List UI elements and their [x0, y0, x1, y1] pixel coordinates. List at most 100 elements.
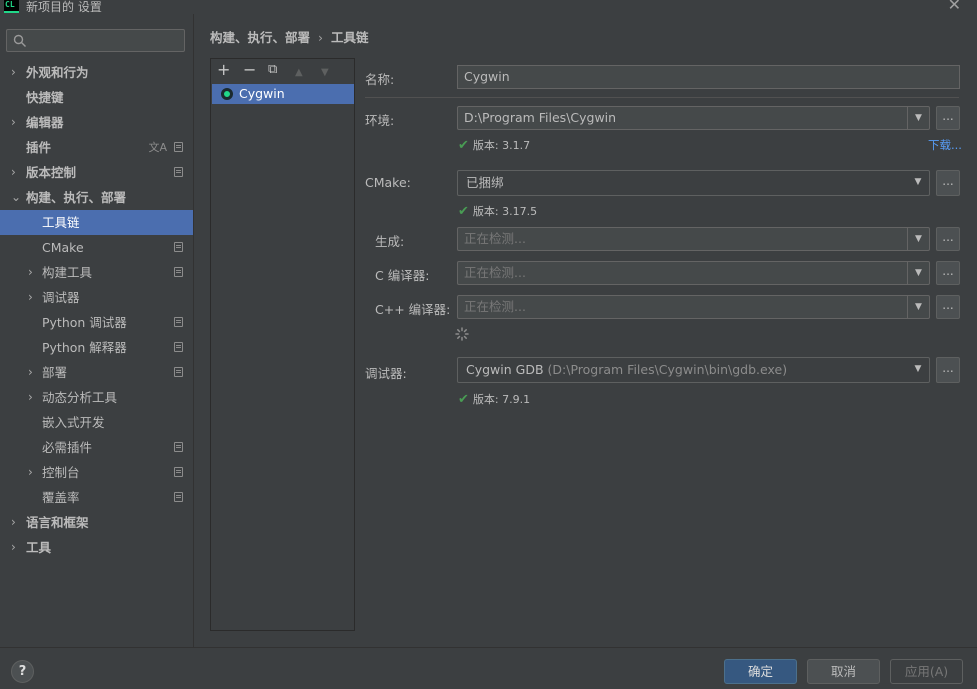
close-icon[interactable]: ✕	[948, 0, 961, 14]
c-compiler-browse-button[interactable]: ...	[936, 261, 960, 285]
sidebar-item[interactable]: Python 调试器	[0, 310, 193, 335]
environment-value: D:\Program Files\Cygwin	[464, 110, 617, 125]
sidebar-item-label: 控制台	[42, 465, 80, 480]
sidebar-item[interactable]: 工具链	[0, 210, 193, 235]
sidebar-item[interactable]: › 控制台	[0, 460, 193, 485]
project-scope-icon	[174, 492, 183, 502]
cmake-version-text: 版本: 3.17.5	[472, 205, 538, 218]
sidebar-item[interactable]: 快捷键	[0, 85, 193, 110]
sidebar-item[interactable]: › 动态分析工具	[0, 385, 193, 410]
chevron-right-icon[interactable]: ›	[28, 360, 38, 385]
sidebar-item-label: Python 调试器	[42, 315, 127, 330]
sidebar-item-label: 工具链	[42, 215, 80, 230]
sidebar-item-label: 工具	[26, 540, 52, 555]
chevron-down-icon[interactable]: ⌄	[11, 185, 21, 210]
ok-button[interactable]: 确定	[724, 659, 797, 684]
sidebar-item-label: 构建、执行、部署	[26, 190, 127, 205]
build-tool-combo[interactable]: 正在检测... ▼	[457, 227, 930, 251]
apply-button[interactable]: 应用(A)	[890, 659, 963, 684]
translate-icon: 文A	[148, 141, 167, 154]
sidebar-item[interactable]: 覆盖率	[0, 485, 193, 510]
chevron-right-icon[interactable]: ›	[11, 535, 21, 560]
chevron-right-icon[interactable]: ›	[11, 510, 21, 535]
chevron-right-icon[interactable]: ›	[28, 285, 38, 310]
cpp-compiler-browse-button[interactable]: ...	[936, 295, 960, 319]
sidebar-divider	[193, 14, 194, 647]
clion-app-icon: CL	[4, 0, 19, 13]
remove-icon[interactable]: −	[243, 61, 256, 79]
cmake-value: 已捆绑	[466, 175, 504, 190]
environment-version: ✔ 版本: 3.1.7	[458, 137, 530, 153]
breadcrumb-parent[interactable]: 构建、执行、部署	[210, 30, 310, 45]
build-label: 生成:	[375, 234, 405, 249]
debugger-browse-button[interactable]: ...	[936, 357, 960, 383]
c-compiler-combo[interactable]: 正在检测... ▼	[457, 261, 930, 285]
footer-divider	[0, 647, 977, 648]
loading-spinner-icon	[455, 327, 469, 341]
chevron-down-icon[interactable]: ▼	[907, 171, 929, 193]
sidebar-item[interactable]: › 工具	[0, 535, 193, 560]
sidebar-item-label: 快捷键	[26, 90, 64, 105]
debugger-value: Cygwin GDB	[466, 362, 544, 377]
cmake-combo[interactable]: 已捆绑 ▼	[457, 170, 930, 196]
c-compiler-placeholder: 正在检测...	[464, 265, 526, 280]
move-down-icon[interactable]: ▼	[321, 64, 329, 82]
environment-combo[interactable]: D:\Program Files\Cygwin ▼	[457, 106, 930, 130]
cmake-browse-button[interactable]: ...	[936, 170, 960, 196]
sidebar-item[interactable]: CMake	[0, 235, 193, 260]
window-title: 新项目的 设置	[26, 0, 102, 14]
move-up-icon[interactable]: ▲	[295, 64, 303, 82]
project-scope-icon	[174, 317, 183, 327]
debugger-label: 调试器:	[365, 366, 407, 381]
chevron-right-icon[interactable]: ›	[11, 110, 21, 135]
build-tool-browse-button[interactable]: ...	[936, 227, 960, 251]
chevron-down-icon[interactable]: ▼	[907, 296, 929, 318]
sidebar-item[interactable]: › 调试器	[0, 285, 193, 310]
cancel-button[interactable]: 取消	[807, 659, 880, 684]
cpp-compiler-label: C++ 编译器:	[375, 302, 451, 317]
chevron-right-icon[interactable]: ›	[28, 460, 38, 485]
sidebar-item[interactable]: 必需插件	[0, 435, 193, 460]
form-separator	[365, 97, 959, 98]
toolchain-item-cygwin[interactable]: Cygwin	[212, 84, 354, 104]
chevron-right-icon[interactable]: ›	[11, 160, 21, 185]
project-scope-icon	[174, 142, 183, 152]
chevron-right-icon[interactable]: ›	[28, 385, 38, 410]
add-icon[interactable]: +	[217, 61, 230, 79]
environment-label: 环境:	[365, 113, 395, 128]
cmake-version: ✔ 版本: 3.17.5	[458, 203, 537, 219]
sidebar-item-label: 版本控制	[26, 165, 77, 180]
sidebar-item[interactable]: ⌄ 构建、执行、部署	[0, 185, 193, 210]
chevron-right-icon[interactable]: ›	[11, 60, 21, 85]
chevron-down-icon[interactable]: ▼	[907, 358, 929, 380]
name-input[interactable]: Cygwin	[457, 65, 960, 89]
toolchain-toolbar: + − ⧉ ▲ ▼	[211, 59, 354, 83]
sidebar-item-label: 部署	[42, 365, 68, 380]
debugger-path: (D:\Program Files\Cygwin\bin\gdb.exe)	[547, 362, 788, 377]
environment-browse-button[interactable]: ...	[936, 106, 960, 130]
help-button[interactable]: ?	[11, 660, 34, 683]
sidebar-item[interactable]: › 构建工具	[0, 260, 193, 285]
c-compiler-label: C 编译器:	[375, 268, 430, 283]
search-input[interactable]	[6, 29, 185, 52]
debugger-combo[interactable]: Cygwin GDB (D:\Program Files\Cygwin\bin\…	[457, 357, 930, 383]
project-scope-icon	[174, 242, 183, 252]
chevron-down-icon[interactable]: ▼	[907, 107, 929, 129]
sidebar-item[interactable]: › 语言和框架	[0, 510, 193, 535]
check-icon: ✔	[458, 204, 469, 219]
sidebar-item[interactable]: Python 解释器	[0, 335, 193, 360]
cpp-compiler-combo[interactable]: 正在检测... ▼	[457, 295, 930, 319]
copy-icon[interactable]: ⧉	[268, 61, 277, 79]
check-icon: ✔	[458, 392, 469, 407]
sidebar-item-label: 插件	[26, 140, 52, 155]
sidebar-item[interactable]: › 部署	[0, 360, 193, 385]
sidebar-item[interactable]: › 外观和行为	[0, 60, 193, 85]
chevron-right-icon[interactable]: ›	[28, 260, 38, 285]
sidebar-item[interactable]: › 版本控制	[0, 160, 193, 185]
sidebar-item[interactable]: 插件 文A	[0, 135, 193, 160]
chevron-down-icon[interactable]: ▼	[907, 228, 929, 250]
download-link[interactable]: 下载...	[928, 137, 962, 153]
sidebar-item[interactable]: › 编辑器	[0, 110, 193, 135]
chevron-down-icon[interactable]: ▼	[907, 262, 929, 284]
sidebar-item[interactable]: 嵌入式开发	[0, 410, 193, 435]
